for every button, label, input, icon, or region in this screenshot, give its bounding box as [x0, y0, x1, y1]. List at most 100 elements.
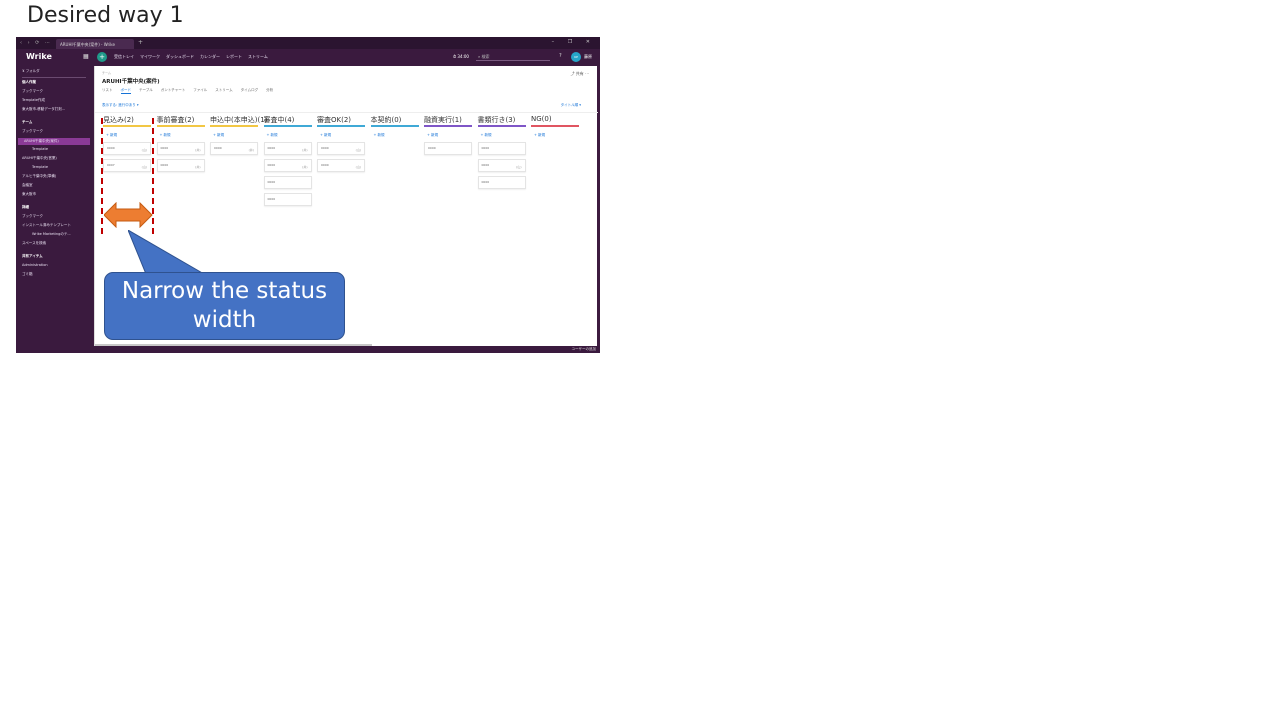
status-bar: ユーザーの追加	[16, 346, 600, 353]
sidebar-item[interactable]: インストール済みテンプレート	[22, 223, 71, 228]
new-task-button[interactable]: + 新規	[374, 133, 421, 138]
add-new-button[interactable]: +	[97, 52, 107, 62]
status-column-header[interactable]: 融資実行(1)	[424, 115, 474, 125]
status-column-header[interactable]: 本契約(0)	[371, 115, 421, 125]
top-nav-item[interactable]: マイワーク	[140, 54, 160, 60]
browser-nav-controls[interactable]: ‹ › ⟳ ⋯	[20, 40, 52, 46]
sidebar-item[interactable]: スペースを検索	[22, 241, 46, 246]
new-tab-icon[interactable]: +	[138, 39, 143, 46]
column-left-dashed-marker	[101, 118, 103, 234]
sidebar-item[interactable]: Template	[32, 147, 48, 151]
timer-display[interactable]: ⏱ 34:00	[453, 54, 469, 59]
wrike-logo[interactable]: Wrike	[26, 52, 52, 61]
top-nav-item[interactable]: レポート	[226, 54, 242, 60]
new-task-button[interactable]: + 新規	[106, 133, 153, 138]
task-card[interactable]: 0007 (山)	[103, 158, 151, 172]
status-column-header[interactable]: NG(0)	[531, 115, 581, 125]
task-card[interactable]: 0000 (井)	[263, 158, 312, 172]
top-nav-item[interactable]: ストリーム	[248, 54, 268, 60]
status-column-header[interactable]: 申込中(本申込)(1)	[210, 115, 267, 125]
status-column-header[interactable]: 審査OK(2)	[317, 115, 367, 125]
sort-dropdown[interactable]: タイトル順 ▾	[561, 103, 581, 108]
sidebar-item[interactable]: 個人作業	[22, 80, 36, 85]
view-tab[interactable]: ファイル	[193, 88, 207, 94]
task-card-title: 0007	[107, 162, 115, 167]
sidebar-item[interactable]: ゴミ箱	[22, 272, 33, 277]
help-icon[interactable]: ?	[559, 53, 562, 59]
status-column-header[interactable]: 事前審査(2)	[157, 115, 207, 125]
task-card[interactable]: 0000	[263, 192, 312, 206]
task-card-assignee: (山)	[516, 164, 522, 169]
breadcrumb[interactable]: チーム	[102, 71, 111, 75]
sidebar-item[interactable]: 東大阪市	[22, 192, 36, 197]
task-card[interactable]: 0000 (山)	[477, 158, 526, 172]
user-name[interactable]: 藤原	[584, 54, 592, 60]
view-tab[interactable]: リスト	[102, 88, 113, 94]
task-card-assignee: (井)	[302, 164, 308, 169]
page-title[interactable]: ARUHI千葉中央(案件)	[102, 77, 160, 85]
filter-dropdown[interactable]: 表示する: 進行中あり ▾	[102, 103, 139, 108]
task-card[interactable]: 0000 (井)	[210, 141, 258, 155]
window-controls[interactable]: – ❐ ✕	[552, 39, 596, 45]
sidebar-item[interactable]: Template作成	[22, 98, 45, 103]
task-card[interactable]: 0000 (井)	[156, 141, 205, 155]
task-card-title: 0000	[267, 196, 276, 201]
new-task-button[interactable]: + 新規	[481, 133, 528, 138]
sidebar-item[interactable]: 詳細	[22, 205, 29, 210]
sidebar-item[interactable]: ブックマーク	[22, 89, 43, 94]
status-column-header[interactable]: 審査中(4)	[264, 115, 314, 125]
avatar[interactable]: UP	[571, 52, 581, 62]
status-column-header[interactable]: 見込み(2)	[103, 115, 153, 125]
sidebar-item[interactable]: Template	[32, 165, 48, 169]
app-grid-icon[interactable]: ▦	[83, 53, 89, 60]
task-card[interactable]: 0000 (山)	[317, 141, 365, 155]
sidebar-item[interactable]: ARUHI千葉中央(案件)	[18, 138, 90, 145]
sidebar-item[interactable]: ARUHI千葉中央(営業)	[22, 156, 57, 161]
task-card[interactable]: 0000	[263, 175, 312, 189]
sidebar-item[interactable]: Wrike Marketingのテ...	[32, 232, 71, 237]
task-card[interactable]: 0000 (井)	[263, 141, 312, 155]
task-card[interactable]: 0000 (井)	[156, 158, 205, 172]
view-tab[interactable]: テーブル	[139, 88, 153, 94]
status-column-header[interactable]: 書類行き(3)	[478, 115, 528, 125]
sidebar-filter[interactable]: ⊻ フォルダ	[22, 69, 40, 74]
view-tab[interactable]: 分析	[266, 88, 273, 94]
top-nav-item[interactable]: ダッシュボード	[166, 54, 194, 60]
view-tab[interactable]: ボード	[120, 88, 131, 94]
sidebar-item[interactable]: 共有アイテム	[22, 254, 43, 259]
view-tab[interactable]: ガントチャート	[161, 88, 185, 94]
task-card-title: 0000	[321, 145, 329, 150]
browser-tab[interactable]: ARUHI千葉中央(案件) - Wrike	[56, 39, 134, 49]
task-card[interactable]: 0000 (山)	[103, 141, 151, 155]
new-task-button[interactable]: + 新規	[534, 133, 581, 138]
top-nav-item[interactable]: カレンダー	[200, 54, 220, 60]
new-task-button[interactable]: + 新規	[320, 133, 367, 138]
add-user-link[interactable]: ユーザーの追加	[572, 347, 596, 352]
new-task-button[interactable]: + 新規	[267, 133, 314, 138]
status-column: 事前審査(2) + 新規 0000 (井) 0000 (井)	[156, 115, 207, 172]
task-card[interactable]: 0000	[477, 175, 526, 189]
status-color-bar	[103, 125, 151, 127]
sidebar-item[interactable]: アルヒ千葉中央(準備)	[22, 174, 56, 179]
new-task-button[interactable]: + 新規	[160, 133, 207, 138]
top-nav-item[interactable]: 受信トレイ	[114, 54, 134, 60]
sidebar-item[interactable]: Administration	[22, 263, 48, 267]
task-card-assignee: (井)	[248, 147, 254, 152]
sidebar-item[interactable]: ブックマーク	[22, 129, 43, 134]
status-color-bar	[477, 125, 526, 127]
task-card[interactable]: 0000	[424, 141, 472, 155]
view-tab[interactable]: タイムログ	[241, 88, 258, 94]
task-card-title: 0000	[481, 162, 490, 167]
task-card-assignee: (山)	[355, 147, 361, 152]
share-button[interactable]: ⤴ 共有 ⋯	[570, 71, 589, 77]
task-card[interactable]: 0000	[477, 141, 526, 155]
new-task-button[interactable]: + 新規	[213, 133, 260, 138]
search-input[interactable]: ⌕ 検索	[476, 52, 550, 61]
sidebar-item[interactable]: 会議室	[22, 183, 33, 188]
sidebar-item[interactable]: 東大阪市-移動データ打刻...	[22, 107, 65, 112]
task-card[interactable]: 0000 (山)	[317, 158, 365, 172]
sidebar-item[interactable]: ブックマーク	[22, 214, 43, 219]
new-task-button[interactable]: + 新規	[427, 133, 474, 138]
view-tab[interactable]: ストリーム	[215, 88, 232, 94]
sidebar-item[interactable]: チーム	[22, 120, 32, 125]
